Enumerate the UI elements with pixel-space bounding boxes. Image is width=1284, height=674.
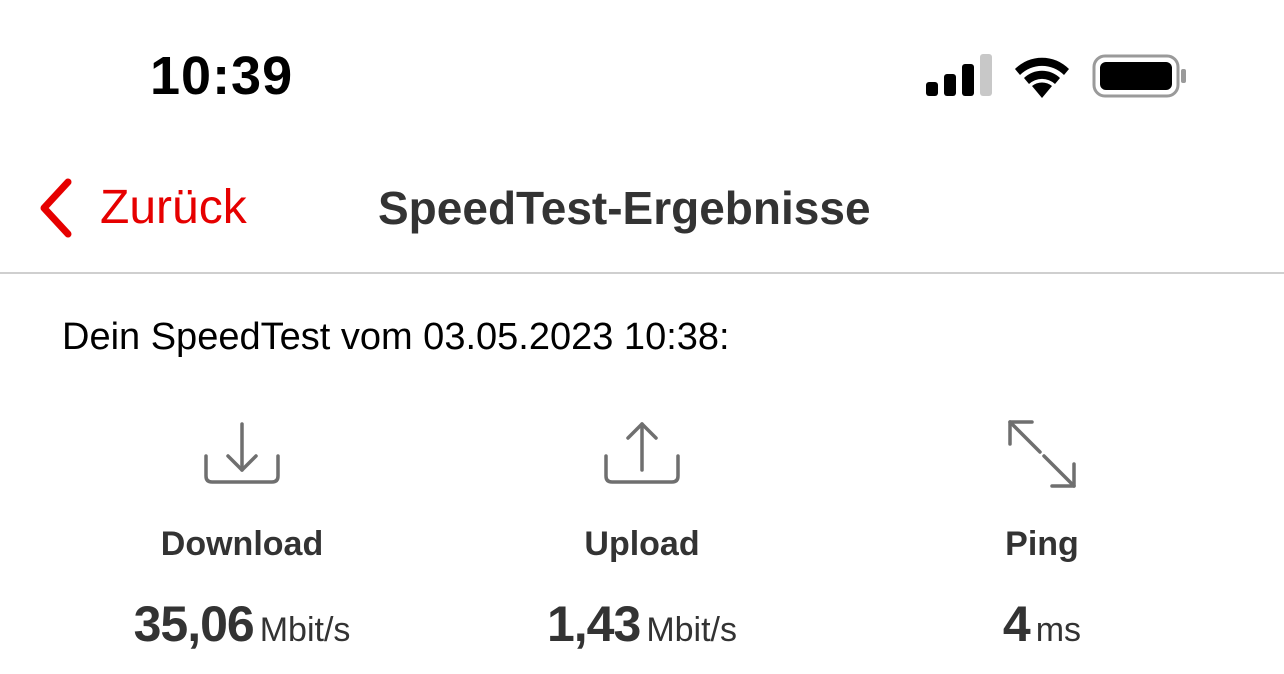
metric-number: 35,06 [133,596,255,652]
battery-icon [1092,54,1186,98]
speedtest-date-text: Dein SpeedTest vom 03.05.2023 10:38: [62,316,730,358]
page-title: SpeedTest-Ergebnisse [378,182,871,234]
wifi-icon [1015,57,1069,98]
metric-value: 1,43 Mbit/s [452,594,832,667]
cellular-signal-icon [926,54,992,96]
upload-metric: Upload 1,43 Mbit/s [452,412,832,667]
ping-metric: Ping 4 ms [852,412,1232,667]
metric-label: Upload [584,525,700,563]
status-icons [926,52,1188,100]
metric-label: Download [160,525,324,563]
metric-value: 4 ms [852,594,1232,667]
metric-unit: Mbit/s [646,611,737,649]
download-metric: Download 35,06 Mbit/s [52,412,432,667]
status-time: 10:39 [150,46,294,106]
metric-label: Ping [1005,525,1079,563]
download-icon [204,422,280,484]
metric-value: 35,06 Mbit/s [52,594,432,667]
upload-icon [604,422,680,484]
metric-unit: Mbit/s [259,611,351,649]
ping-arrows-icon [1008,420,1076,488]
navigation-bar: Zurück SpeedTest-Ergebnisse [0,150,1284,274]
back-button[interactable]: Zurück [36,176,247,240]
metric-number: 1,43 [546,596,641,652]
back-label: Zurück [100,181,247,234]
status-bar: 10:39 [0,0,1284,150]
metric-unit: ms [1035,611,1082,649]
metric-number: 4 [1002,596,1031,652]
chevron-left-icon [40,178,72,238]
